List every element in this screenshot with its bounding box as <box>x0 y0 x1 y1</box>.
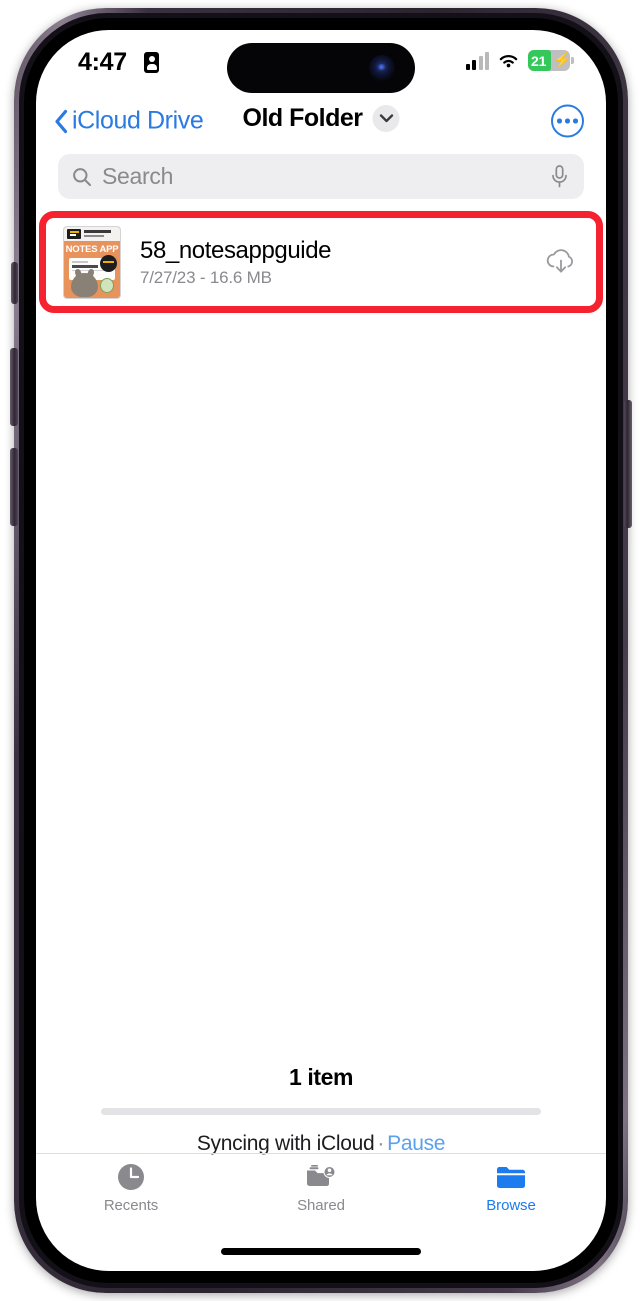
tab-shared-label: Shared <box>297 1197 345 1214</box>
more-options-button[interactable] <box>551 104 584 138</box>
file-thumbnail: NOTES APP <box>63 225 121 299</box>
tab-recents-label: Recents <box>103 1197 159 1214</box>
tab-browse[interactable]: Browse <box>416 1162 606 1214</box>
tab-bar: Recents Shared Browse <box>36 1153 606 1231</box>
ellipsis-dot <box>557 118 562 124</box>
file-row[interactable]: NOTES APP 58_notesappguide 7/27/23 - 16.… <box>46 218 596 306</box>
list-footer: 1 item Syncing with iCloud · Pause <box>36 1064 606 1156</box>
status-bar: 4:47 21 ⚡ <box>36 30 606 93</box>
mute-switch[interactable] <box>11 262 18 304</box>
clock-icon <box>117 1162 145 1192</box>
id-card-icon <box>144 52 159 73</box>
file-subtitle: 7/27/23 - 16.6 MB <box>140 267 272 287</box>
tab-recents[interactable]: Recents <box>36 1162 226 1214</box>
sync-status-text: Syncing with iCloud <box>196 1132 375 1155</box>
phone-screen: 4:47 21 ⚡ iCloud Drive Old Folder Search… <box>36 30 606 1271</box>
battery-percent: 21 <box>531 52 547 69</box>
folder-title-group: Old Folder <box>243 104 400 133</box>
cellular-bars-icon <box>465 51 489 70</box>
microphone-icon[interactable] <box>551 165 568 188</box>
folder-menu-button[interactable] <box>372 105 400 132</box>
chevron-down-icon <box>379 114 393 123</box>
dynamic-island <box>227 43 415 93</box>
screenshot-stage: 4:47 21 ⚡ iCloud Drive Old Folder Search… <box>0 0 642 1301</box>
search-input[interactable]: Search <box>102 163 173 190</box>
wifi-icon <box>499 54 518 67</box>
pause-sync-button[interactable]: Pause <box>387 1132 445 1155</box>
file-list: NOTES APP 58_notesappguide 7/27/23 - 16.… <box>36 211 606 313</box>
search-section: Search <box>36 150 606 205</box>
tab-shared[interactable]: Shared <box>226 1162 416 1214</box>
status-bar-indicators: 21 ⚡ <box>465 50 574 71</box>
volume-up-button[interactable] <box>10 348 18 426</box>
cloud-download-icon[interactable] <box>544 247 578 277</box>
ellipsis-dot <box>573 118 578 124</box>
home-indicator[interactable] <box>221 1248 421 1255</box>
battery-icon: 21 ⚡ <box>528 50 574 71</box>
sync-progress-bar <box>101 1108 541 1115</box>
shared-folder-icon <box>305 1162 337 1192</box>
folder-icon <box>496 1162 526 1192</box>
volume-down-button[interactable] <box>10 448 18 526</box>
page-title: Old Folder <box>242 104 364 132</box>
item-count: 1 item <box>288 1064 354 1090</box>
file-info: 58_notesappguide 7/27/23 - 16.6 MB <box>140 237 544 288</box>
sync-separator: · <box>377 1132 385 1155</box>
front-camera-lens <box>369 55 395 81</box>
chevron-left-icon <box>55 109 68 133</box>
tab-browse-label: Browse <box>486 1197 536 1214</box>
back-button[interactable]: iCloud Drive <box>54 106 204 136</box>
highlight-annotation: NOTES APP 58_notesappguide 7/27/23 - 16.… <box>39 211 603 313</box>
navigation-bar: iCloud Drive Old Folder <box>36 92 606 150</box>
power-button[interactable] <box>624 400 632 528</box>
search-icon <box>73 167 91 186</box>
ellipsis-dot <box>565 118 570 124</box>
cat-illustration <box>71 272 98 297</box>
charging-bolt-icon: ⚡ <box>553 52 572 69</box>
search-bar[interactable]: Search <box>58 154 584 199</box>
file-name: 58_notesappguide <box>140 236 332 264</box>
back-button-label: iCloud Drive <box>72 106 204 135</box>
thumbnail-title: NOTES APP <box>65 243 119 255</box>
status-bar-time: 4:47 <box>78 48 127 76</box>
